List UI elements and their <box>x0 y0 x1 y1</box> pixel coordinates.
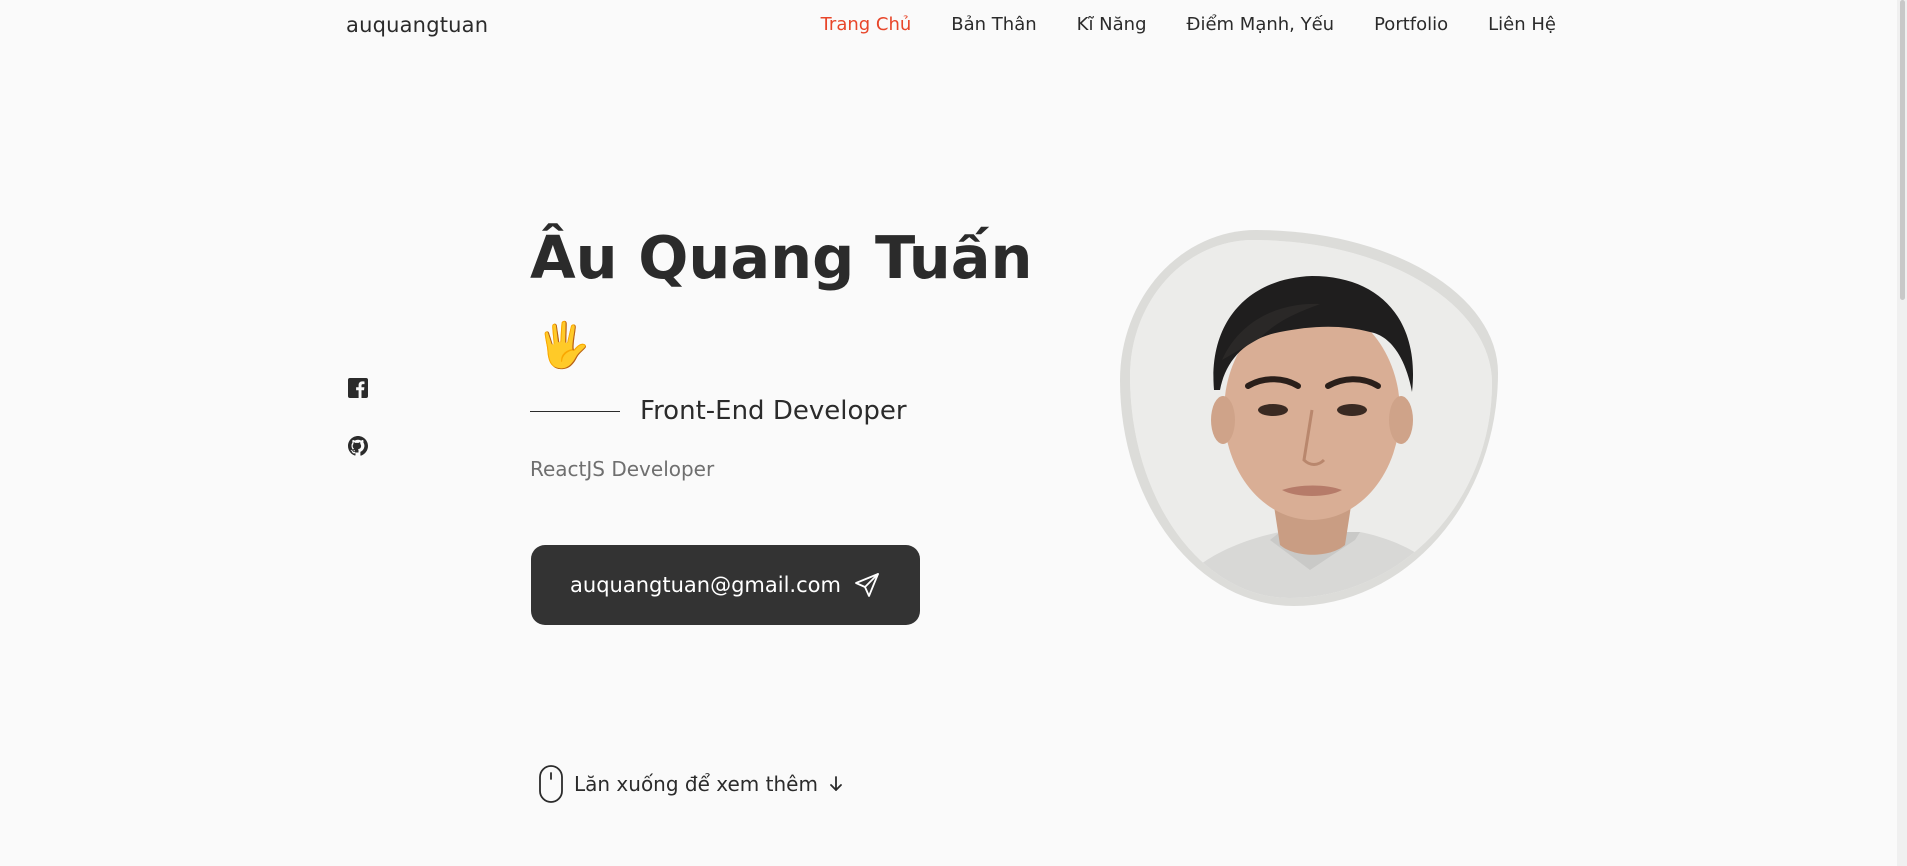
github-icon[interactable] <box>346 434 370 458</box>
nav-item-strengths-weaknesses[interactable]: Điểm Mạnh, Yếu <box>1187 14 1335 35</box>
subtitle-divider <box>530 410 620 412</box>
hero-description: ReactJS Developer <box>530 457 715 481</box>
facebook-icon[interactable] <box>346 376 370 400</box>
page-scrollbar[interactable] <box>1897 0 1907 866</box>
nav-item-home[interactable]: Trang Chủ <box>821 14 912 35</box>
main-nav: Trang Chủ Bản Thân Kĩ Năng Điểm Mạnh, Yế… <box>781 14 1556 35</box>
mouse-icon <box>539 765 563 803</box>
send-icon <box>855 573 879 597</box>
nav-item-contact[interactable]: Liên Hệ <box>1488 14 1556 35</box>
nav-item-skills[interactable]: Kĩ Năng <box>1077 14 1147 35</box>
scrollbar-thumb[interactable] <box>1900 0 1905 300</box>
nav-item-portfolio[interactable]: Portfolio <box>1374 14 1448 35</box>
page: auquangtuan Trang Chủ Bản Thân Kĩ Năng Đ… <box>0 0 1907 866</box>
nav-item-about[interactable]: Bản Thân <box>951 14 1036 35</box>
hero-name: Âu Quang Tuấn <box>530 223 1033 292</box>
scroll-hint-label: Lăn xuống để xem thêm <box>574 772 818 796</box>
wave-hand-emoji: 🖐 <box>536 320 591 371</box>
hero-subtitle-row: Front-End Developer <box>530 396 907 426</box>
hero-role-title: Front-End Developer <box>640 396 907 426</box>
profile-avatar <box>1120 230 1498 606</box>
scroll-down-hint[interactable]: Lăn xuống để xem thêm <box>538 764 844 804</box>
email-contact-button[interactable]: auquangtuan@gmail.com <box>531 545 920 625</box>
arrow-down-icon <box>830 776 842 791</box>
email-label: auquangtuan@gmail.com <box>570 573 841 597</box>
header: auquangtuan Trang Chủ Bản Thân Kĩ Năng Đ… <box>0 0 1907 55</box>
site-logo[interactable]: auquangtuan <box>346 13 488 37</box>
social-links <box>346 376 370 458</box>
